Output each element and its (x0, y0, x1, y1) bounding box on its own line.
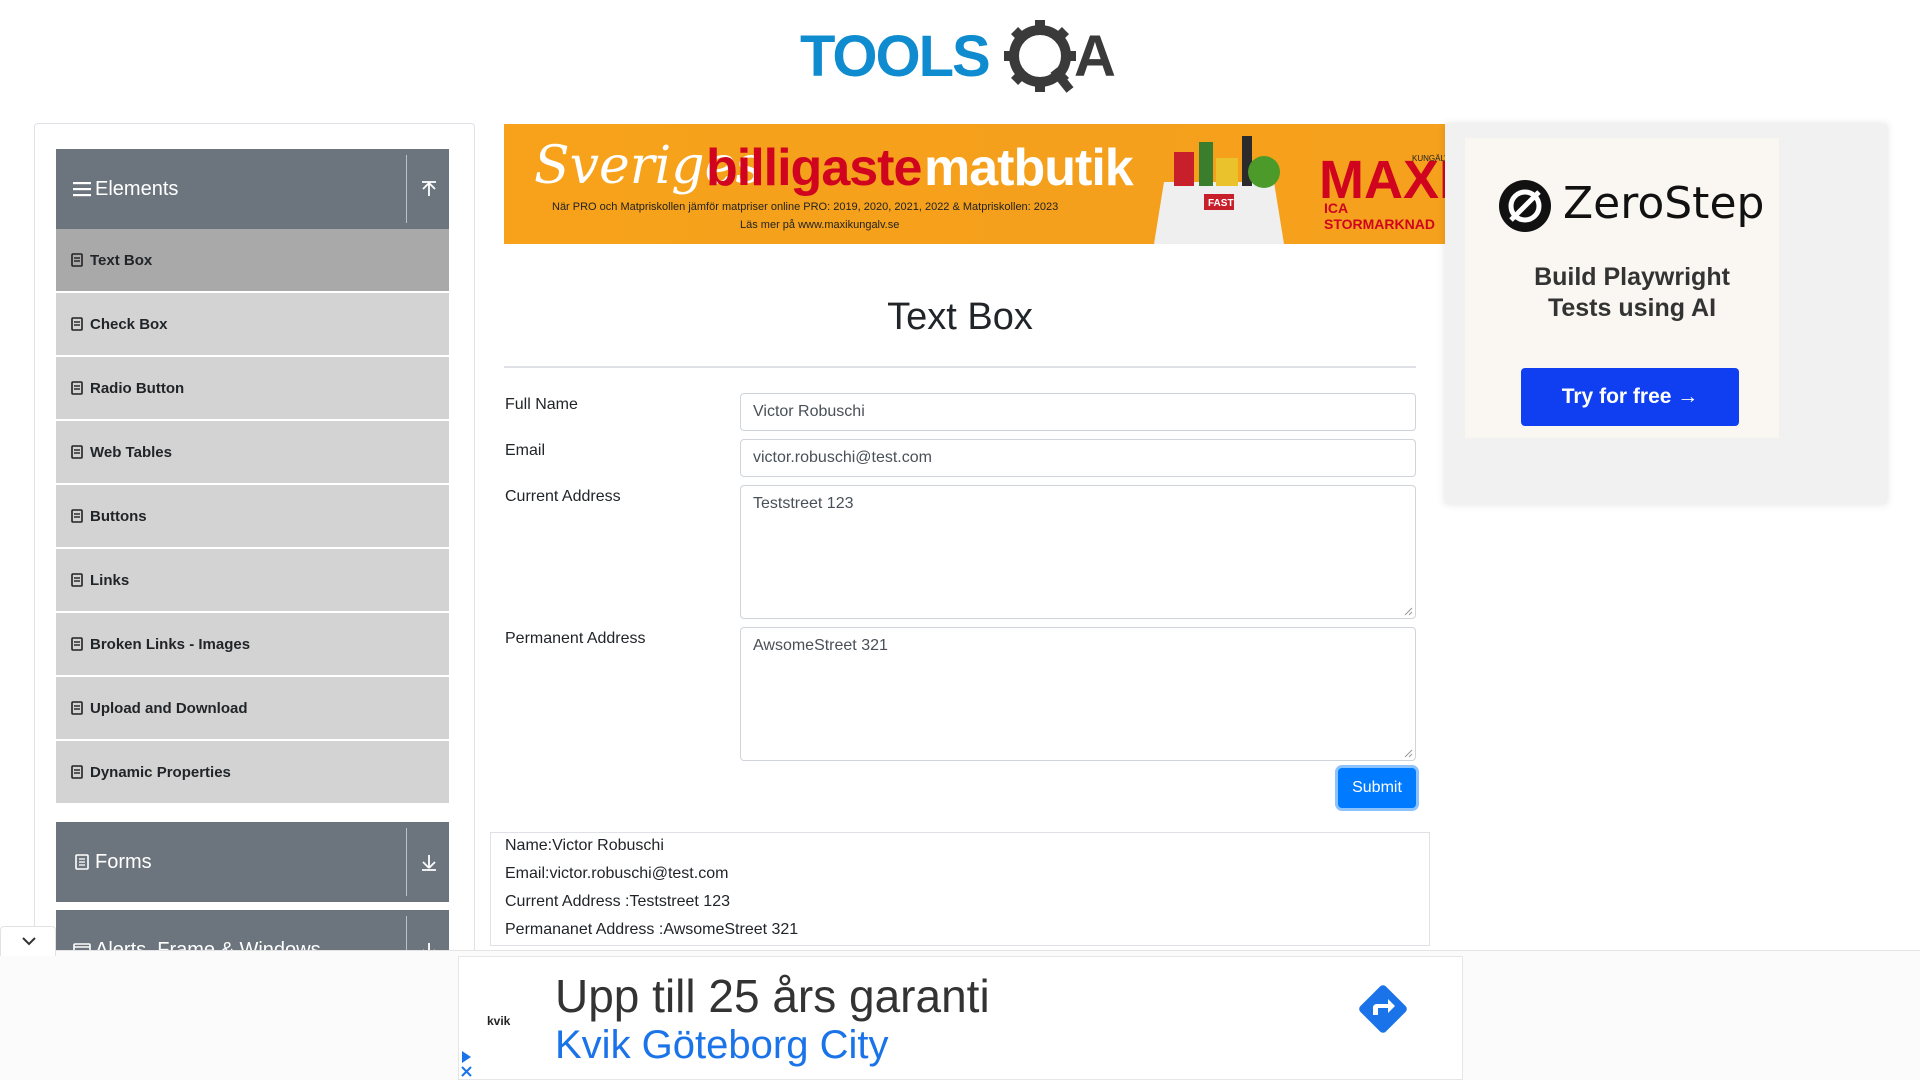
separator (406, 155, 407, 223)
submit-button[interactable]: Submit (1338, 768, 1416, 808)
sidebar-item-buttons[interactable]: Buttons (56, 485, 449, 547)
output-name: Name:Victor Robuschi (505, 837, 664, 854)
ad-tagline-line: Tests using AI (1547, 294, 1717, 322)
email-label: Email (505, 442, 546, 459)
menu-icon (73, 182, 91, 197)
document-icon (71, 573, 83, 587)
sidebar-item-radio-button[interactable]: Radio Button (56, 357, 449, 419)
collapse-ad-tab[interactable] (0, 926, 56, 956)
left-panel: Elements Text Box Check Box Radio Button… (34, 123, 475, 1003)
divider (504, 366, 1416, 368)
collapse-up-icon[interactable] (417, 177, 441, 201)
sidebar-item-broken-links[interactable]: Broken Links - Images (56, 613, 449, 675)
document-icon (71, 381, 83, 395)
page-title: Text Box (887, 296, 1033, 338)
ad-choices-icon[interactable] (459, 1049, 475, 1079)
document-icon (71, 509, 83, 523)
textarea-value: Teststreet 123 (753, 495, 854, 512)
sidebar-item-label: Web Tables (90, 443, 172, 461)
ad-text: matbutik (924, 139, 1134, 197)
email-input[interactable]: victor.robuschi@test.com (740, 439, 1416, 477)
bottom-ad-kvik[interactable]: kvik Upp till 25 års garanti Kvik Götebo… (458, 956, 1463, 1080)
form-icon (75, 854, 89, 870)
ad-tagline: Build Playwright Tests using AI (1465, 262, 1799, 324)
grocery-bag-image: FAST (1154, 136, 1284, 244)
group-label: Elements (95, 177, 179, 200)
sidebar-item-label: Upload and Download (90, 699, 248, 717)
output-permanent-address: Permananet Address :AwsomeStreet 321 (505, 921, 799, 938)
ad-card: ZeroStep Build Playwright Tests using AI… (1465, 138, 1779, 438)
ad-fine-print: När PRO och Matpriskollen jämför matpris… (552, 201, 1059, 213)
resize-handle-icon[interactable] (1403, 606, 1413, 616)
group-label: Forms (95, 850, 152, 873)
group-header-elements[interactable]: Elements (56, 149, 449, 229)
ad-brand-tiny: KUNGÄLV (1412, 154, 1445, 163)
sidebar-item-check-box[interactable]: Check Box (56, 293, 449, 355)
expand-down-icon[interactable] (417, 850, 441, 874)
ad-text: billigaste (706, 139, 922, 197)
sidebar-item-label: Radio Button (90, 379, 185, 397)
sidebar-item-label: Dynamic Properties (90, 763, 231, 781)
permanent-address-textarea[interactable]: AwsomeStreet 321 (740, 627, 1416, 761)
sidebar-item-label: Check Box (90, 315, 168, 333)
full-name-input[interactable]: Victor Robuschi (740, 393, 1416, 431)
sidebar-item-label: Buttons (90, 507, 147, 525)
ad-headline: Upp till 25 års garanti (555, 970, 990, 1022)
site-header: TOOLS A (0, 0, 1920, 112)
zerostep-logo-icon (1499, 180, 1551, 232)
bottom-divider (0, 950, 1920, 951)
sidebar-item-dynamic-properties[interactable]: Dynamic Properties (56, 741, 449, 803)
document-icon (71, 701, 83, 715)
full-name-label: Full Name (505, 396, 578, 413)
sidebar-item-text-box[interactable]: Text Box (56, 229, 449, 291)
banner-ad-maxi[interactable]: Sveriges billigaste matbutik När PRO och… (504, 124, 1445, 244)
ad-brand: kvik (487, 1014, 511, 1028)
resize-handle-icon[interactable] (1403, 748, 1413, 758)
ad-fine-print: Läs mer på www.maxikungalv.se (740, 219, 900, 231)
side-ad-zerostep[interactable]: ZeroStep Build Playwright Tests using AI… (1445, 124, 1887, 504)
ad-link[interactable]: Kvik Göteborg City (555, 1023, 888, 1068)
sidebar-item-links[interactable]: Links (56, 549, 449, 611)
document-icon (71, 445, 83, 459)
ad-brand: ZeroStep (1563, 178, 1765, 229)
current-address-textarea[interactable]: Teststreet 123 (740, 485, 1416, 619)
sidebar-item-web-tables[interactable]: Web Tables (56, 421, 449, 483)
sidebar-item-label: Text Box (90, 251, 153, 269)
output-current-address: Current Address :Teststreet 123 (505, 893, 730, 910)
document-icon (71, 765, 83, 779)
bag-label: FAST (1208, 198, 1234, 209)
document-icon (71, 253, 83, 267)
group-header-forms[interactable]: Forms (56, 822, 449, 902)
permanent-address-label: Permanent Address (505, 630, 646, 647)
separator (406, 828, 407, 896)
ad-tagline-line: Build Playwright (1534, 263, 1730, 291)
svg-text:TOOLS: TOOLS (800, 24, 989, 89)
svg-text:A: A (1074, 24, 1116, 89)
output-email: Email:victor.robuschi@test.com (505, 865, 729, 882)
document-icon (71, 317, 83, 331)
sidebar-item-label: Broken Links - Images (90, 635, 251, 653)
toolsqa-logo[interactable]: TOOLS A (800, 14, 1126, 96)
output-box: Name:Victor Robuschi Email:victor.robusc… (490, 832, 1430, 946)
sidebar-item-upload-download[interactable]: Upload and Download (56, 677, 449, 739)
textarea-value: AwsomeStreet 321 (753, 637, 888, 654)
sidebar-item-label: Links (90, 571, 130, 589)
directions-arrow-icon[interactable] (1355, 981, 1411, 1037)
ad-brand-sub: ICA STORMARKNAD (1324, 200, 1435, 232)
chevron-down-icon (22, 937, 36, 946)
document-icon (71, 637, 83, 651)
try-for-free-button[interactable]: Try for free → (1521, 368, 1739, 426)
current-address-label: Current Address (505, 488, 621, 505)
